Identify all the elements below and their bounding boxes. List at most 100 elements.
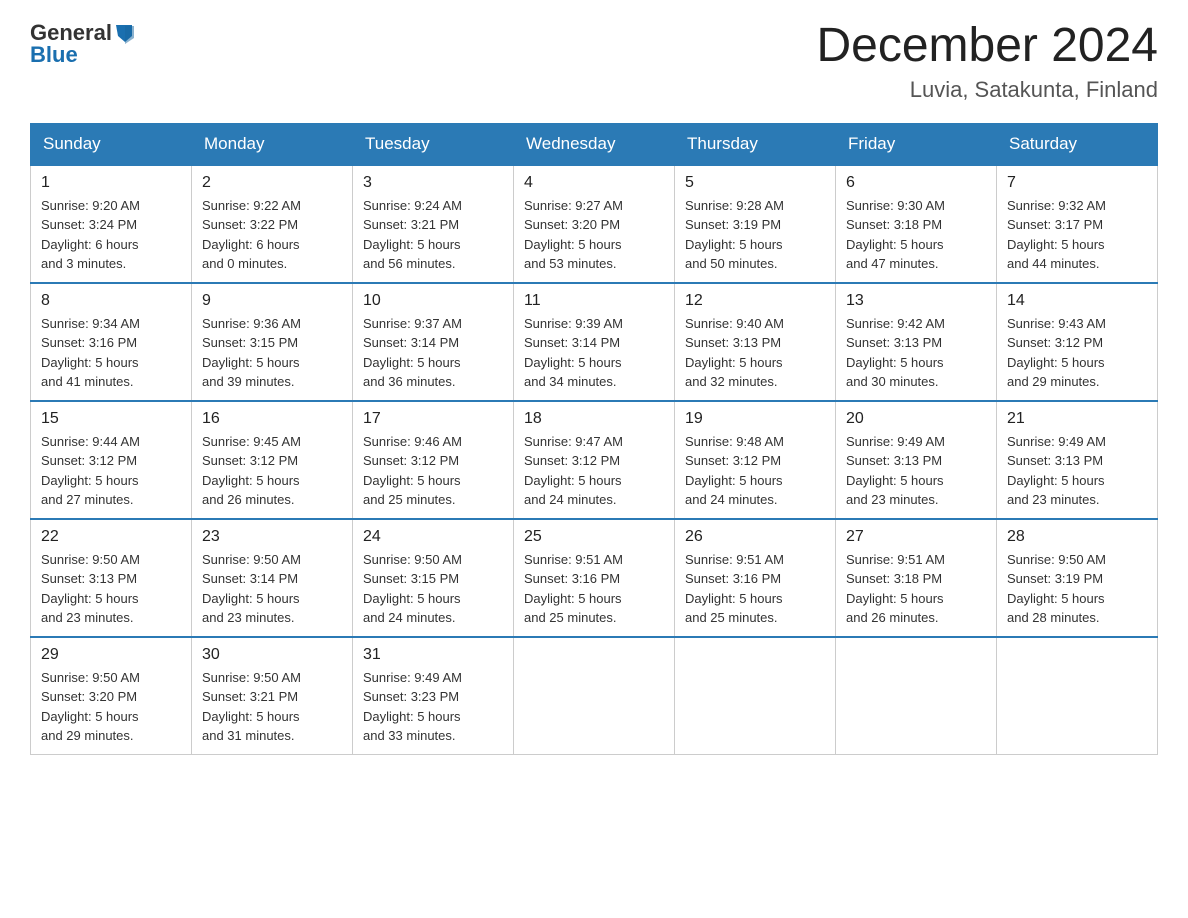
day-info: Sunrise: 9:45 AMSunset: 3:12 PMDaylight:… <box>202 434 301 508</box>
calendar-week-row: 15 Sunrise: 9:44 AMSunset: 3:12 PMDaylig… <box>31 401 1158 519</box>
day-info: Sunrise: 9:27 AMSunset: 3:20 PMDaylight:… <box>524 198 623 272</box>
day-number: 30 <box>202 646 342 664</box>
calendar-cell: 15 Sunrise: 9:44 AMSunset: 3:12 PMDaylig… <box>31 401 192 519</box>
day-info: Sunrise: 9:42 AMSunset: 3:13 PMDaylight:… <box>846 316 945 390</box>
day-info: Sunrise: 9:51 AMSunset: 3:18 PMDaylight:… <box>846 552 945 626</box>
calendar-cell: 3 Sunrise: 9:24 AMSunset: 3:21 PMDayligh… <box>353 165 514 283</box>
day-info: Sunrise: 9:28 AMSunset: 3:19 PMDaylight:… <box>685 198 784 272</box>
day-info: Sunrise: 9:37 AMSunset: 3:14 PMDaylight:… <box>363 316 462 390</box>
calendar-cell <box>997 637 1158 755</box>
day-info: Sunrise: 9:49 AMSunset: 3:13 PMDaylight:… <box>1007 434 1106 508</box>
day-info: Sunrise: 9:32 AMSunset: 3:17 PMDaylight:… <box>1007 198 1106 272</box>
day-info: Sunrise: 9:30 AMSunset: 3:18 PMDaylight:… <box>846 198 945 272</box>
day-number: 15 <box>41 410 181 428</box>
page-header: General Blue December 2024 Luvia, Sataku… <box>30 20 1158 103</box>
calendar-cell <box>836 637 997 755</box>
day-info: Sunrise: 9:22 AMSunset: 3:22 PMDaylight:… <box>202 198 301 272</box>
day-info: Sunrise: 9:50 AMSunset: 3:14 PMDaylight:… <box>202 552 301 626</box>
day-number: 12 <box>685 292 825 310</box>
day-number: 6 <box>846 174 986 192</box>
day-info: Sunrise: 9:20 AMSunset: 3:24 PMDaylight:… <box>41 198 140 272</box>
day-info: Sunrise: 9:36 AMSunset: 3:15 PMDaylight:… <box>202 316 301 390</box>
day-info: Sunrise: 9:44 AMSunset: 3:12 PMDaylight:… <box>41 434 140 508</box>
day-info: Sunrise: 9:47 AMSunset: 3:12 PMDaylight:… <box>524 434 623 508</box>
day-number: 17 <box>363 410 503 428</box>
day-number: 25 <box>524 528 664 546</box>
day-number: 16 <box>202 410 342 428</box>
calendar-cell: 6 Sunrise: 9:30 AMSunset: 3:18 PMDayligh… <box>836 165 997 283</box>
weekday-header-saturday: Saturday <box>997 123 1158 165</box>
day-info: Sunrise: 9:50 AMSunset: 3:13 PMDaylight:… <box>41 552 140 626</box>
day-number: 2 <box>202 174 342 192</box>
calendar-cell: 12 Sunrise: 9:40 AMSunset: 3:13 PMDaylig… <box>675 283 836 401</box>
day-number: 9 <box>202 292 342 310</box>
day-info: Sunrise: 9:43 AMSunset: 3:12 PMDaylight:… <box>1007 316 1106 390</box>
calendar-cell <box>675 637 836 755</box>
day-number: 3 <box>363 174 503 192</box>
day-info: Sunrise: 9:48 AMSunset: 3:12 PMDaylight:… <box>685 434 784 508</box>
day-number: 24 <box>363 528 503 546</box>
calendar-cell: 17 Sunrise: 9:46 AMSunset: 3:12 PMDaylig… <box>353 401 514 519</box>
calendar-cell: 28 Sunrise: 9:50 AMSunset: 3:19 PMDaylig… <box>997 519 1158 637</box>
day-info: Sunrise: 9:40 AMSunset: 3:13 PMDaylight:… <box>685 316 784 390</box>
calendar-cell: 24 Sunrise: 9:50 AMSunset: 3:15 PMDaylig… <box>353 519 514 637</box>
day-number: 20 <box>846 410 986 428</box>
day-number: 4 <box>524 174 664 192</box>
calendar-cell: 30 Sunrise: 9:50 AMSunset: 3:21 PMDaylig… <box>192 637 353 755</box>
day-number: 19 <box>685 410 825 428</box>
calendar-table: SundayMondayTuesdayWednesdayThursdayFrid… <box>30 123 1158 755</box>
calendar-cell: 1 Sunrise: 9:20 AMSunset: 3:24 PMDayligh… <box>31 165 192 283</box>
day-info: Sunrise: 9:24 AMSunset: 3:21 PMDaylight:… <box>363 198 462 272</box>
weekday-header-thursday: Thursday <box>675 123 836 165</box>
calendar-week-row: 29 Sunrise: 9:50 AMSunset: 3:20 PMDaylig… <box>31 637 1158 755</box>
day-number: 1 <box>41 174 181 192</box>
calendar-cell: 27 Sunrise: 9:51 AMSunset: 3:18 PMDaylig… <box>836 519 997 637</box>
calendar-cell: 11 Sunrise: 9:39 AMSunset: 3:14 PMDaylig… <box>514 283 675 401</box>
logo-arrow-icon <box>114 22 136 44</box>
calendar-cell: 22 Sunrise: 9:50 AMSunset: 3:13 PMDaylig… <box>31 519 192 637</box>
day-info: Sunrise: 9:51 AMSunset: 3:16 PMDaylight:… <box>524 552 623 626</box>
day-info: Sunrise: 9:46 AMSunset: 3:12 PMDaylight:… <box>363 434 462 508</box>
calendar-cell: 2 Sunrise: 9:22 AMSunset: 3:22 PMDayligh… <box>192 165 353 283</box>
calendar-cell: 13 Sunrise: 9:42 AMSunset: 3:13 PMDaylig… <box>836 283 997 401</box>
calendar-cell: 16 Sunrise: 9:45 AMSunset: 3:12 PMDaylig… <box>192 401 353 519</box>
day-number: 21 <box>1007 410 1147 428</box>
logo-text-blue: Blue <box>30 42 78 68</box>
day-info: Sunrise: 9:50 AMSunset: 3:20 PMDaylight:… <box>41 670 140 744</box>
weekday-header-friday: Friday <box>836 123 997 165</box>
calendar-cell: 23 Sunrise: 9:50 AMSunset: 3:14 PMDaylig… <box>192 519 353 637</box>
calendar-week-row: 8 Sunrise: 9:34 AMSunset: 3:16 PMDayligh… <box>31 283 1158 401</box>
calendar-cell: 7 Sunrise: 9:32 AMSunset: 3:17 PMDayligh… <box>997 165 1158 283</box>
day-number: 14 <box>1007 292 1147 310</box>
weekday-header-row: SundayMondayTuesdayWednesdayThursdayFrid… <box>31 123 1158 165</box>
logo: General Blue <box>30 20 136 68</box>
month-title: December 2024 <box>816 20 1158 73</box>
day-number: 27 <box>846 528 986 546</box>
weekday-header-tuesday: Tuesday <box>353 123 514 165</box>
calendar-cell: 26 Sunrise: 9:51 AMSunset: 3:16 PMDaylig… <box>675 519 836 637</box>
calendar-cell: 25 Sunrise: 9:51 AMSunset: 3:16 PMDaylig… <box>514 519 675 637</box>
calendar-cell: 4 Sunrise: 9:27 AMSunset: 3:20 PMDayligh… <box>514 165 675 283</box>
calendar-cell: 8 Sunrise: 9:34 AMSunset: 3:16 PMDayligh… <box>31 283 192 401</box>
calendar-cell: 5 Sunrise: 9:28 AMSunset: 3:19 PMDayligh… <box>675 165 836 283</box>
day-info: Sunrise: 9:50 AMSunset: 3:21 PMDaylight:… <box>202 670 301 744</box>
day-number: 22 <box>41 528 181 546</box>
weekday-header-monday: Monday <box>192 123 353 165</box>
day-info: Sunrise: 9:49 AMSunset: 3:23 PMDaylight:… <box>363 670 462 744</box>
day-number: 18 <box>524 410 664 428</box>
day-info: Sunrise: 9:34 AMSunset: 3:16 PMDaylight:… <box>41 316 140 390</box>
calendar-cell: 29 Sunrise: 9:50 AMSunset: 3:20 PMDaylig… <box>31 637 192 755</box>
day-info: Sunrise: 9:50 AMSunset: 3:19 PMDaylight:… <box>1007 552 1106 626</box>
calendar-cell <box>514 637 675 755</box>
day-info: Sunrise: 9:39 AMSunset: 3:14 PMDaylight:… <box>524 316 623 390</box>
day-info: Sunrise: 9:51 AMSunset: 3:16 PMDaylight:… <box>685 552 784 626</box>
day-number: 26 <box>685 528 825 546</box>
calendar-week-row: 22 Sunrise: 9:50 AMSunset: 3:13 PMDaylig… <box>31 519 1158 637</box>
day-number: 13 <box>846 292 986 310</box>
calendar-cell: 14 Sunrise: 9:43 AMSunset: 3:12 PMDaylig… <box>997 283 1158 401</box>
day-number: 28 <box>1007 528 1147 546</box>
weekday-header-sunday: Sunday <box>31 123 192 165</box>
day-info: Sunrise: 9:50 AMSunset: 3:15 PMDaylight:… <box>363 552 462 626</box>
location-title: Luvia, Satakunta, Finland <box>816 77 1158 103</box>
calendar-cell: 31 Sunrise: 9:49 AMSunset: 3:23 PMDaylig… <box>353 637 514 755</box>
